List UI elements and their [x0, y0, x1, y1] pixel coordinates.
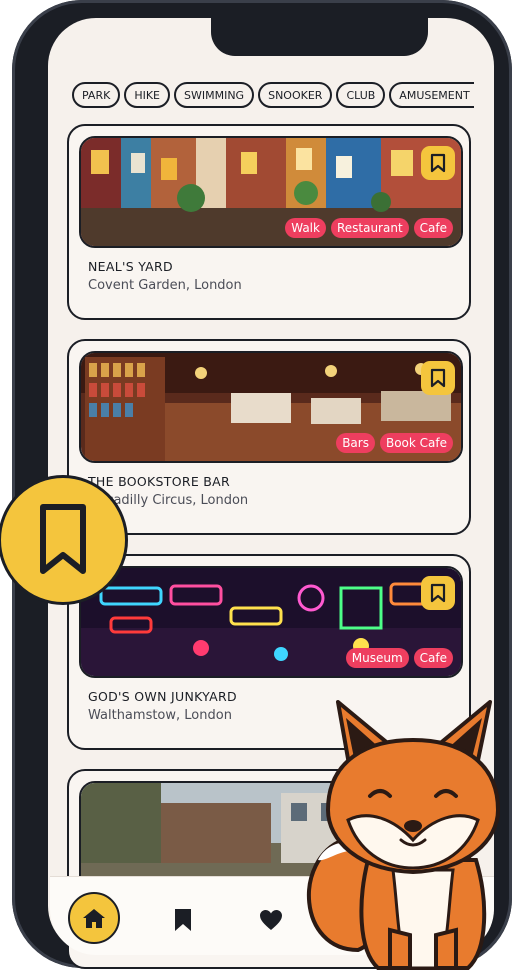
nav-favorites-button[interactable] [246, 895, 296, 945]
heart-icon [260, 910, 282, 930]
filter-chip-amusement-park[interactable]: AMUSEMENT PARK [389, 82, 474, 108]
nav-home-button[interactable] [68, 892, 120, 944]
place-title: THE BOOKSTORE BAR [88, 474, 231, 489]
filter-chip-park[interactable]: PARK [72, 82, 121, 108]
filter-chip-hike[interactable]: HIKE [124, 82, 170, 108]
place-card[interactable]: Walk Restaurant Cafe NEAL'S YARD Covent … [67, 124, 471, 320]
bookmark-button[interactable] [421, 361, 455, 395]
filter-chip-club[interactable]: CLUB [336, 82, 386, 108]
tag: Book Cafe [379, 433, 453, 453]
tag-list: Bars Book Cafe [336, 433, 453, 453]
bookmark-button[interactable] [421, 146, 455, 180]
filter-chip-bar[interactable]: PARKHIKESWIMMINGSNOOKERCLUBAMUSEMENT PAR… [72, 82, 474, 112]
fox-mascot-illustration [306, 700, 501, 970]
filter-chip-snooker[interactable]: SNOOKER [258, 82, 333, 108]
place-location: Walthamstow, London [88, 708, 232, 723]
nav-bookmarks-button[interactable] [158, 895, 208, 945]
bookmark-badge [0, 475, 128, 605]
tag: Bars [336, 433, 375, 453]
bookmark-icon [175, 909, 191, 931]
bookmark-icon [430, 583, 446, 603]
place-title: NEAL'S YARD [88, 259, 173, 274]
phone-notch [211, 18, 428, 56]
tag: Walk [285, 218, 326, 238]
bookmark-icon [430, 368, 446, 388]
tag: Cafe [413, 648, 453, 668]
place-card[interactable]: Bars Book Cafe THE BOOKSTORE BAR Piccadi… [67, 339, 471, 535]
bookmark-button[interactable] [421, 576, 455, 610]
tag: Cafe [413, 218, 453, 238]
place-photo: Museum Cafe [79, 566, 463, 678]
tag-list: Museum Cafe [345, 648, 453, 668]
filter-chip-swimming[interactable]: SWIMMING [174, 82, 255, 108]
home-icon [83, 909, 105, 928]
bookmark-icon [430, 153, 446, 173]
tag-list: Walk Restaurant Cafe [285, 218, 453, 238]
place-photo: Bars Book Cafe [79, 351, 463, 463]
place-photo: Walk Restaurant Cafe [79, 136, 463, 248]
tag: Museum [345, 648, 409, 668]
bookmark-icon [40, 504, 86, 574]
place-location: Covent Garden, London [88, 278, 242, 293]
tag: Restaurant [330, 218, 409, 238]
place-title: GOD'S OWN JUNKYARD [88, 689, 237, 704]
